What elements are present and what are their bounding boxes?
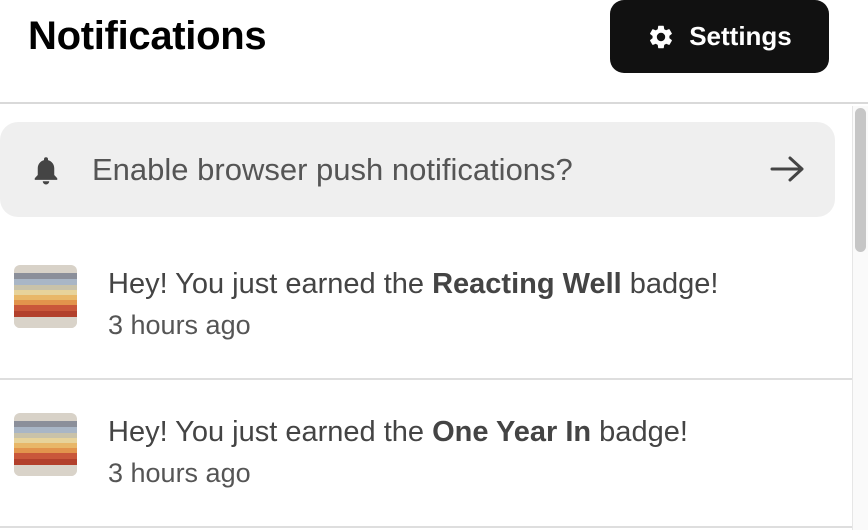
bell-icon [34,157,58,185]
notification-list: Enable browser push notifications? Hey! … [0,106,852,530]
notification-item[interactable]: Hey! You just earned the Reacting Well b… [0,232,852,380]
badge-name: Reacting Well [432,268,622,300]
gear-icon [650,25,673,48]
settings-button-label: Settings [689,21,792,51]
badge-name: One Year In [432,416,592,448]
avatar [14,265,77,328]
notification-message: Hey! You just earned the One Year In bad… [108,416,688,448]
settings-button[interactable]: Settings [610,0,829,73]
push-banner-text: Enable browser push notifications? [92,152,573,187]
scrollbar-thumb[interactable] [855,108,866,252]
page-title: Notifications [28,14,267,58]
header: Notifications Settings [0,0,868,104]
push-notification-banner[interactable]: Enable browser push notifications? [0,122,835,217]
arrow-right-icon[interactable] [770,154,806,184]
avatar [14,413,77,476]
notification-item[interactable]: Hey! You just earned the One Year In bad… [0,380,852,528]
notification-time: 3 hours ago [108,310,251,340]
notification-message: Hey! You just earned the Reacting Well b… [108,268,719,300]
notification-time: 3 hours ago [108,458,251,488]
